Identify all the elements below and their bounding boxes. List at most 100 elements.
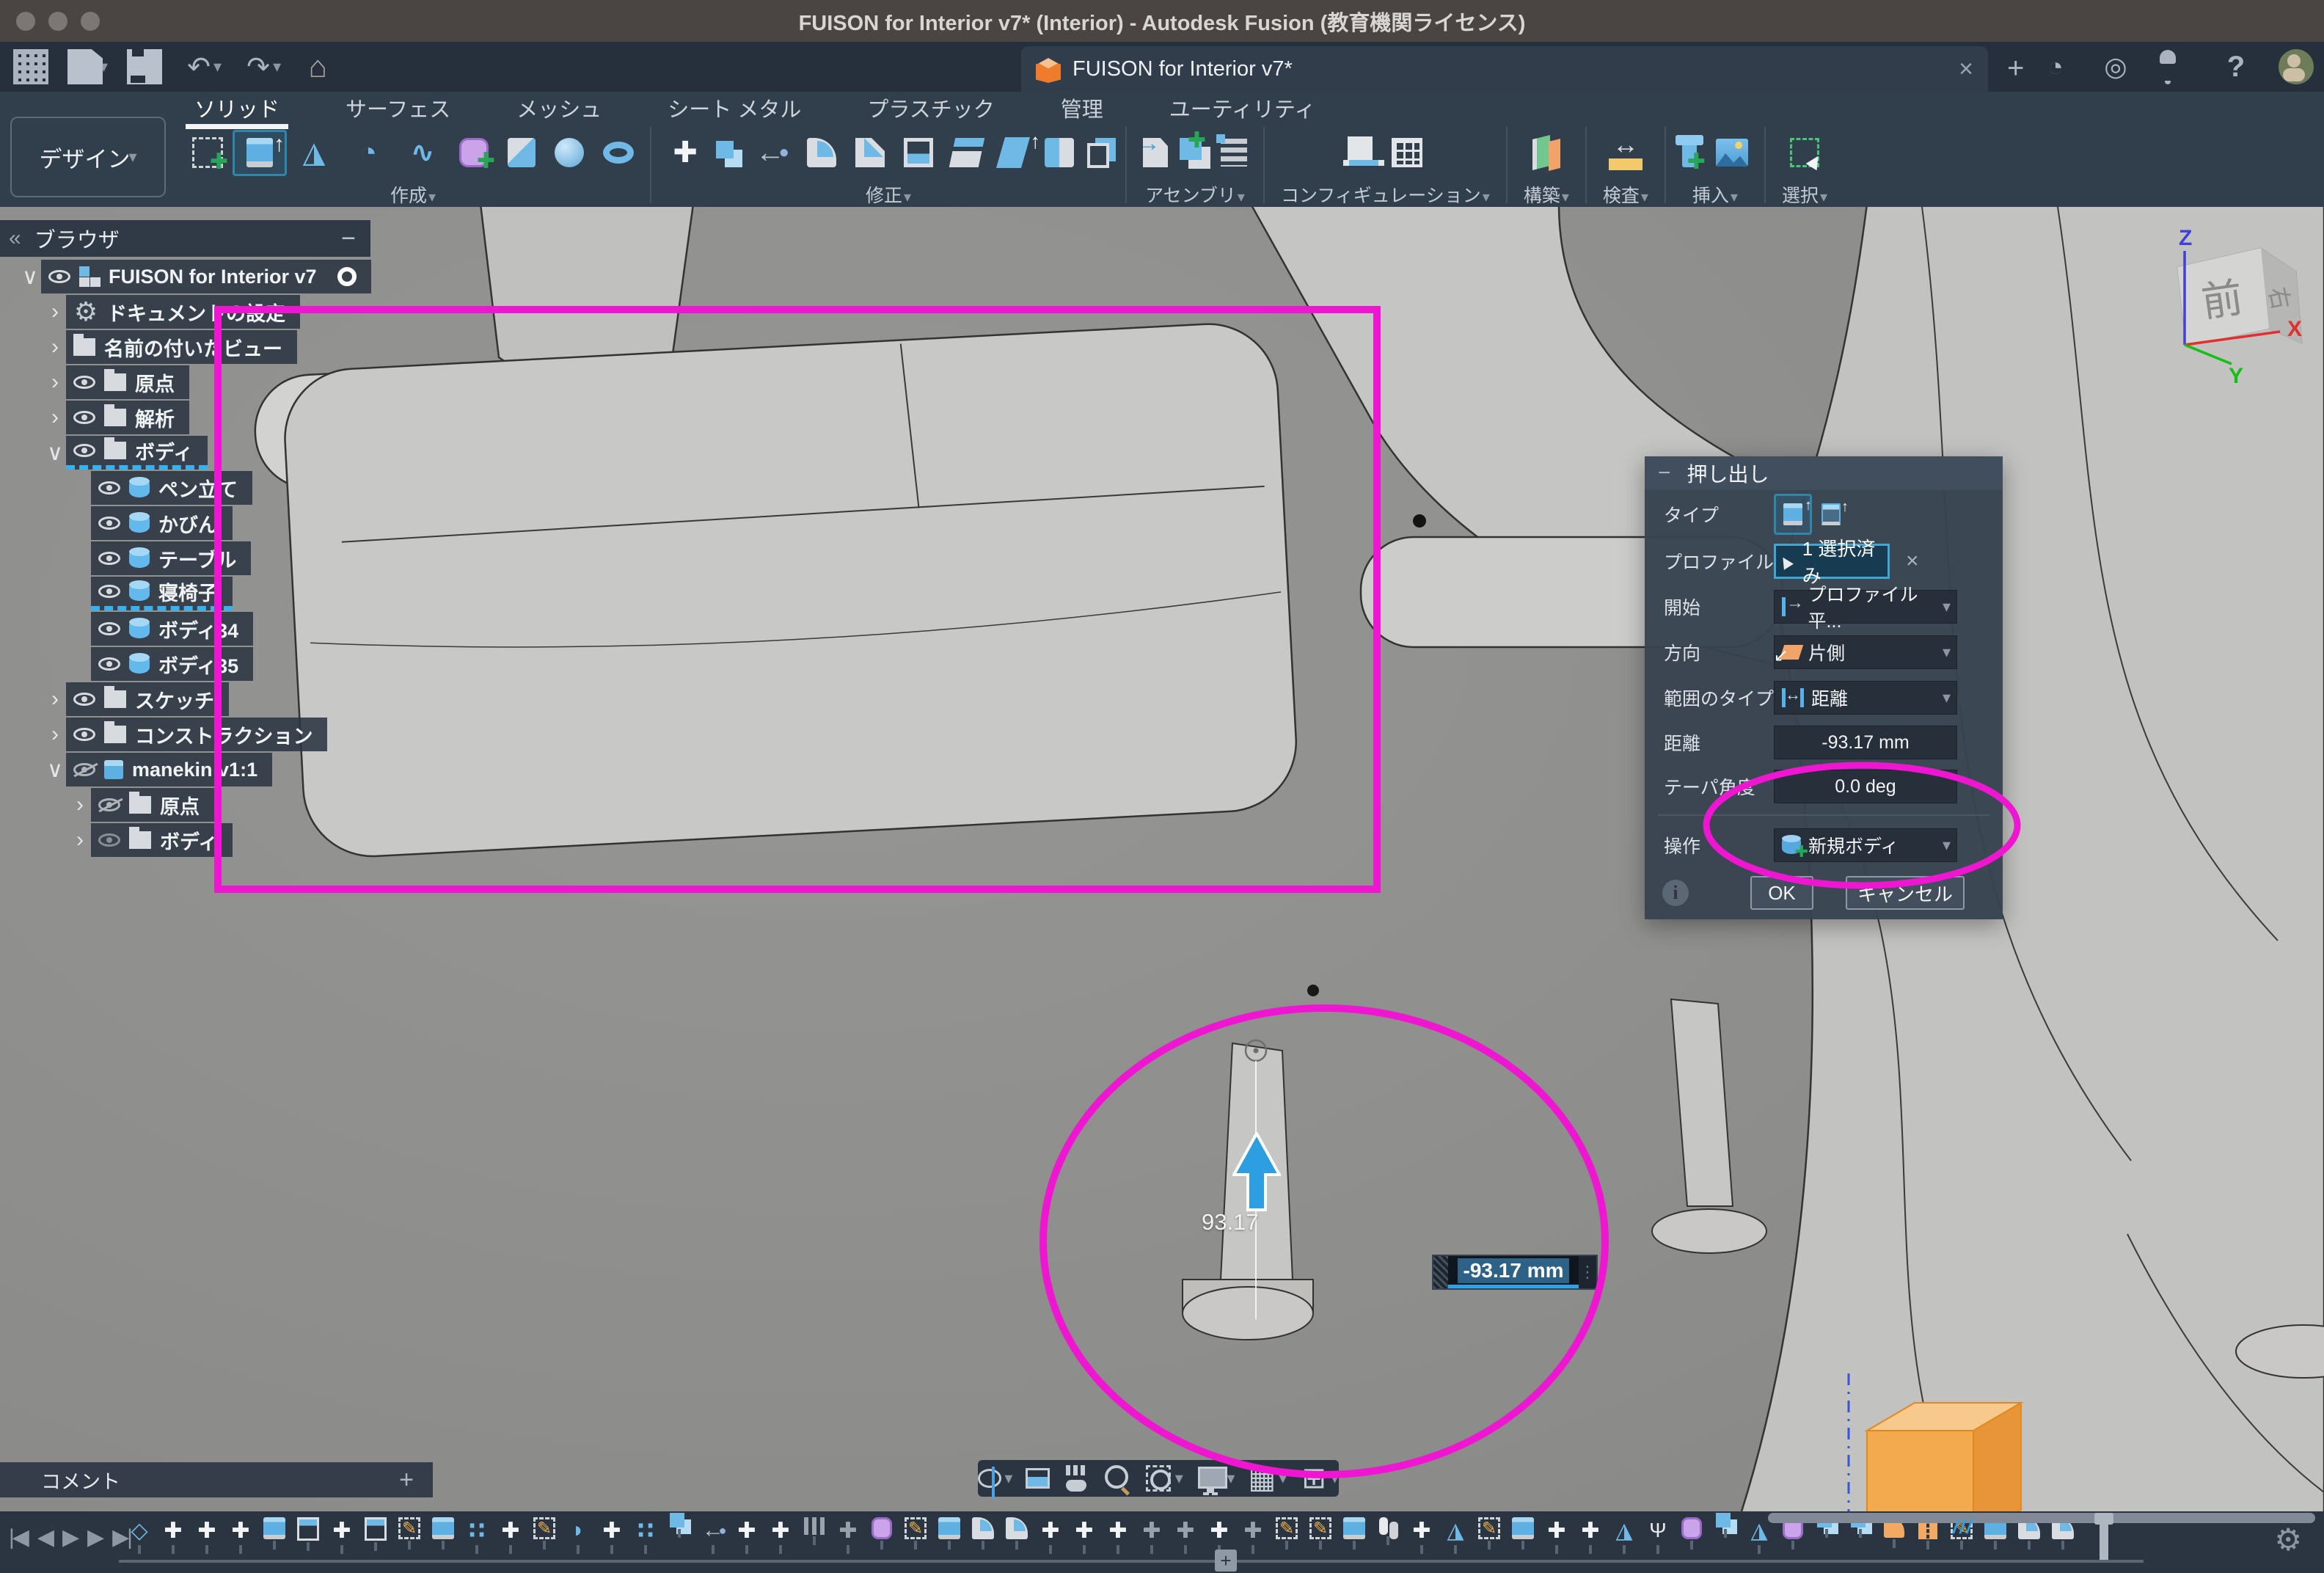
tree-row-スケッチ[interactable]: ›スケッチ: [44, 682, 229, 716]
view-cube[interactable]: 前 右 Z X Y: [2149, 220, 2324, 389]
zoom-window-icon[interactable]: [1144, 1464, 1172, 1493]
clear-selection-icon[interactable]: ×: [1906, 549, 1919, 574]
look-at-icon[interactable]: [1026, 1468, 1049, 1489]
timeline-item-sketch[interactable]: [531, 1517, 558, 1554]
tree-item-chip[interactable]: テーブル: [91, 541, 251, 575]
playback-go-to-start-button[interactable]: |◀: [9, 1525, 27, 1550]
timeline-item-combine[interactable]: [1712, 1517, 1739, 1554]
timeline-item-extrude[interactable]: [1510, 1517, 1536, 1554]
avatar-icon[interactable]: [2279, 49, 2314, 84]
timeline-item-mirror[interactable]: [1746, 1517, 1772, 1554]
timeline-item-extrude[interactable]: [261, 1517, 288, 1554]
visibility-eye-icon[interactable]: [98, 622, 120, 635]
combine-icon[interactable]: [716, 141, 734, 158]
tree-row-ボディ34[interactable]: ボディ34: [69, 612, 253, 646]
timeline-item-move[interactable]: [329, 1517, 355, 1554]
extrude-drag-arrow[interactable]: [1232, 1132, 1281, 1211]
timeline-playhead[interactable]: [2100, 1514, 2108, 1560]
tree-item-chip[interactable]: 解析: [66, 401, 189, 434]
timeline-item-sketch[interactable]: [1307, 1517, 1334, 1554]
timeline-item-sheet[interactable]: [362, 1517, 389, 1554]
timeline-item-loft[interactable]: [126, 1517, 153, 1554]
draft-icon[interactable]: [996, 137, 1030, 168]
timeline-item-move[interactable]: [497, 1517, 524, 1554]
timeline-item-cylinders[interactable]: [1375, 1517, 1401, 1554]
expander-down-icon[interactable]: ∨: [19, 264, 41, 290]
chamfer-icon[interactable]: [855, 138, 885, 167]
press-pull-icon[interactable]: [753, 135, 788, 170]
insert-canvas-icon[interactable]: [1716, 139, 1748, 167]
timeline-item-move[interactable]: [1408, 1517, 1435, 1554]
help-icon[interactable]: ?: [2218, 49, 2254, 84]
ribbon-group-label[interactable]: 作成▾: [390, 181, 436, 208]
visibility-eye-icon[interactable]: [98, 798, 120, 811]
account-ring-icon[interactable]: [2098, 49, 2133, 84]
timeline-item-move[interactable]: [767, 1517, 794, 1554]
move-icon[interactable]: [668, 135, 703, 170]
profile-selection-chip[interactable]: ▲ 1 選択済み: [1774, 544, 1890, 579]
dialog-header[interactable]: − 押し出し: [1645, 456, 2003, 490]
expander-right-icon[interactable]: ›: [44, 722, 66, 747]
timeline-item-fillet[interactable]: [1004, 1517, 1030, 1554]
orbit-icon[interactable]: [978, 1469, 1001, 1488]
tree-row-名前の付いたビュー[interactable]: ›名前の付いたビュー: [44, 330, 297, 364]
cancel-button[interactable]: キャンセル: [1846, 876, 1965, 910]
visibility-eye-icon[interactable]: [73, 728, 95, 741]
expander-right-icon[interactable]: ›: [44, 370, 66, 395]
expander-right-icon[interactable]: ›: [44, 405, 66, 430]
tree-item-chip[interactable]: コンストラクション: [66, 718, 327, 751]
timeline-item-move[interactable]: [160, 1517, 186, 1554]
ok-button[interactable]: OK: [1750, 876, 1813, 910]
tree-row-ボディ[interactable]: ›ボディ: [69, 823, 233, 857]
timeline-item-move[interactable]: [1543, 1517, 1570, 1554]
expander-down-icon[interactable]: ∨: [44, 440, 66, 466]
timeline-item-pattern[interactable]: [632, 1517, 659, 1554]
tree-row-テーブル[interactable]: テーブル: [69, 541, 251, 575]
comments-bar[interactable]: コメント +: [0, 1462, 433, 1497]
document-tab[interactable]: FUISON for Interior v7* ×: [1021, 46, 1988, 92]
timeline-item-move-free[interactable]: [835, 1517, 861, 1554]
visibility-eye-icon[interactable]: [98, 481, 120, 494]
primitive-sphere-icon[interactable]: [555, 138, 584, 167]
ribbon-tab-ユーティリティ[interactable]: ユーティリティ: [1169, 92, 1316, 123]
split-body-icon[interactable]: [1045, 138, 1074, 167]
ribbon-group-label[interactable]: 修正▾: [866, 181, 911, 208]
tree-row-ドキュメントの設定[interactable]: ›ドキュメントの設定: [44, 295, 300, 329]
tree-item-chip[interactable]: manekin v1:1: [66, 753, 272, 786]
timeline-item-mirror[interactable]: [1442, 1517, 1469, 1554]
visibility-eye-icon[interactable]: [98, 585, 120, 598]
timeline-item-extrude[interactable]: [1341, 1517, 1367, 1554]
workspace-selector[interactable]: デザイン ▾: [10, 117, 166, 197]
zoom-icon[interactable]: [1103, 1464, 1131, 1493]
timeline-item-revolve[interactable]: [565, 1517, 591, 1554]
distance-input-tooltip[interactable]: -93.17 mm ⋮: [1432, 1255, 1598, 1290]
tree-item-chip[interactable]: 原点: [91, 788, 214, 822]
qat-undo-button[interactable]: ▾: [181, 49, 222, 84]
configuration-table-icon[interactable]: [1392, 138, 1422, 167]
timeline-item-move-free[interactable]: [1139, 1517, 1165, 1554]
minimize-panel-icon[interactable]: −: [341, 225, 356, 253]
expander-right-icon[interactable]: ›: [44, 687, 66, 712]
timeline-settings-gear-icon[interactable]: ⚙: [2274, 1522, 2302, 1558]
visibility-eye-icon[interactable]: [73, 763, 95, 776]
timeline-item-move[interactable]: [1577, 1517, 1604, 1554]
primitive-box-icon[interactable]: [508, 138, 536, 167]
add-comment-icon[interactable]: +: [399, 1466, 414, 1494]
configure-icon[interactable]: [1348, 136, 1373, 163]
info-icon[interactable]: i: [1662, 880, 1689, 906]
ribbon-tab-ソリッド[interactable]: ソリッド: [194, 92, 279, 123]
qat-app-launcher-button[interactable]: [13, 49, 48, 84]
visibility-eye-icon[interactable]: [98, 517, 120, 530]
measure-icon[interactable]: [1608, 135, 1643, 170]
taper-angle-input[interactable]: 0.0 deg: [1774, 770, 1957, 803]
timeline-item-move[interactable]: [599, 1517, 625, 1554]
extrude-icon[interactable]: [242, 135, 277, 170]
joint-list-icon[interactable]: [1221, 139, 1247, 167]
tree-item-chip[interactable]: ドキュメントの設定: [66, 295, 300, 329]
visibility-eye-icon[interactable]: [73, 444, 95, 457]
distance-input-field[interactable]: -93.17 mm: [1448, 1256, 1579, 1288]
shell-icon[interactable]: [904, 138, 933, 167]
fillet-icon[interactable]: [807, 138, 836, 167]
tooltip-options-icon[interactable]: ⋮: [1579, 1263, 1596, 1282]
layout-grid-icon[interactable]: [1248, 1464, 1276, 1493]
